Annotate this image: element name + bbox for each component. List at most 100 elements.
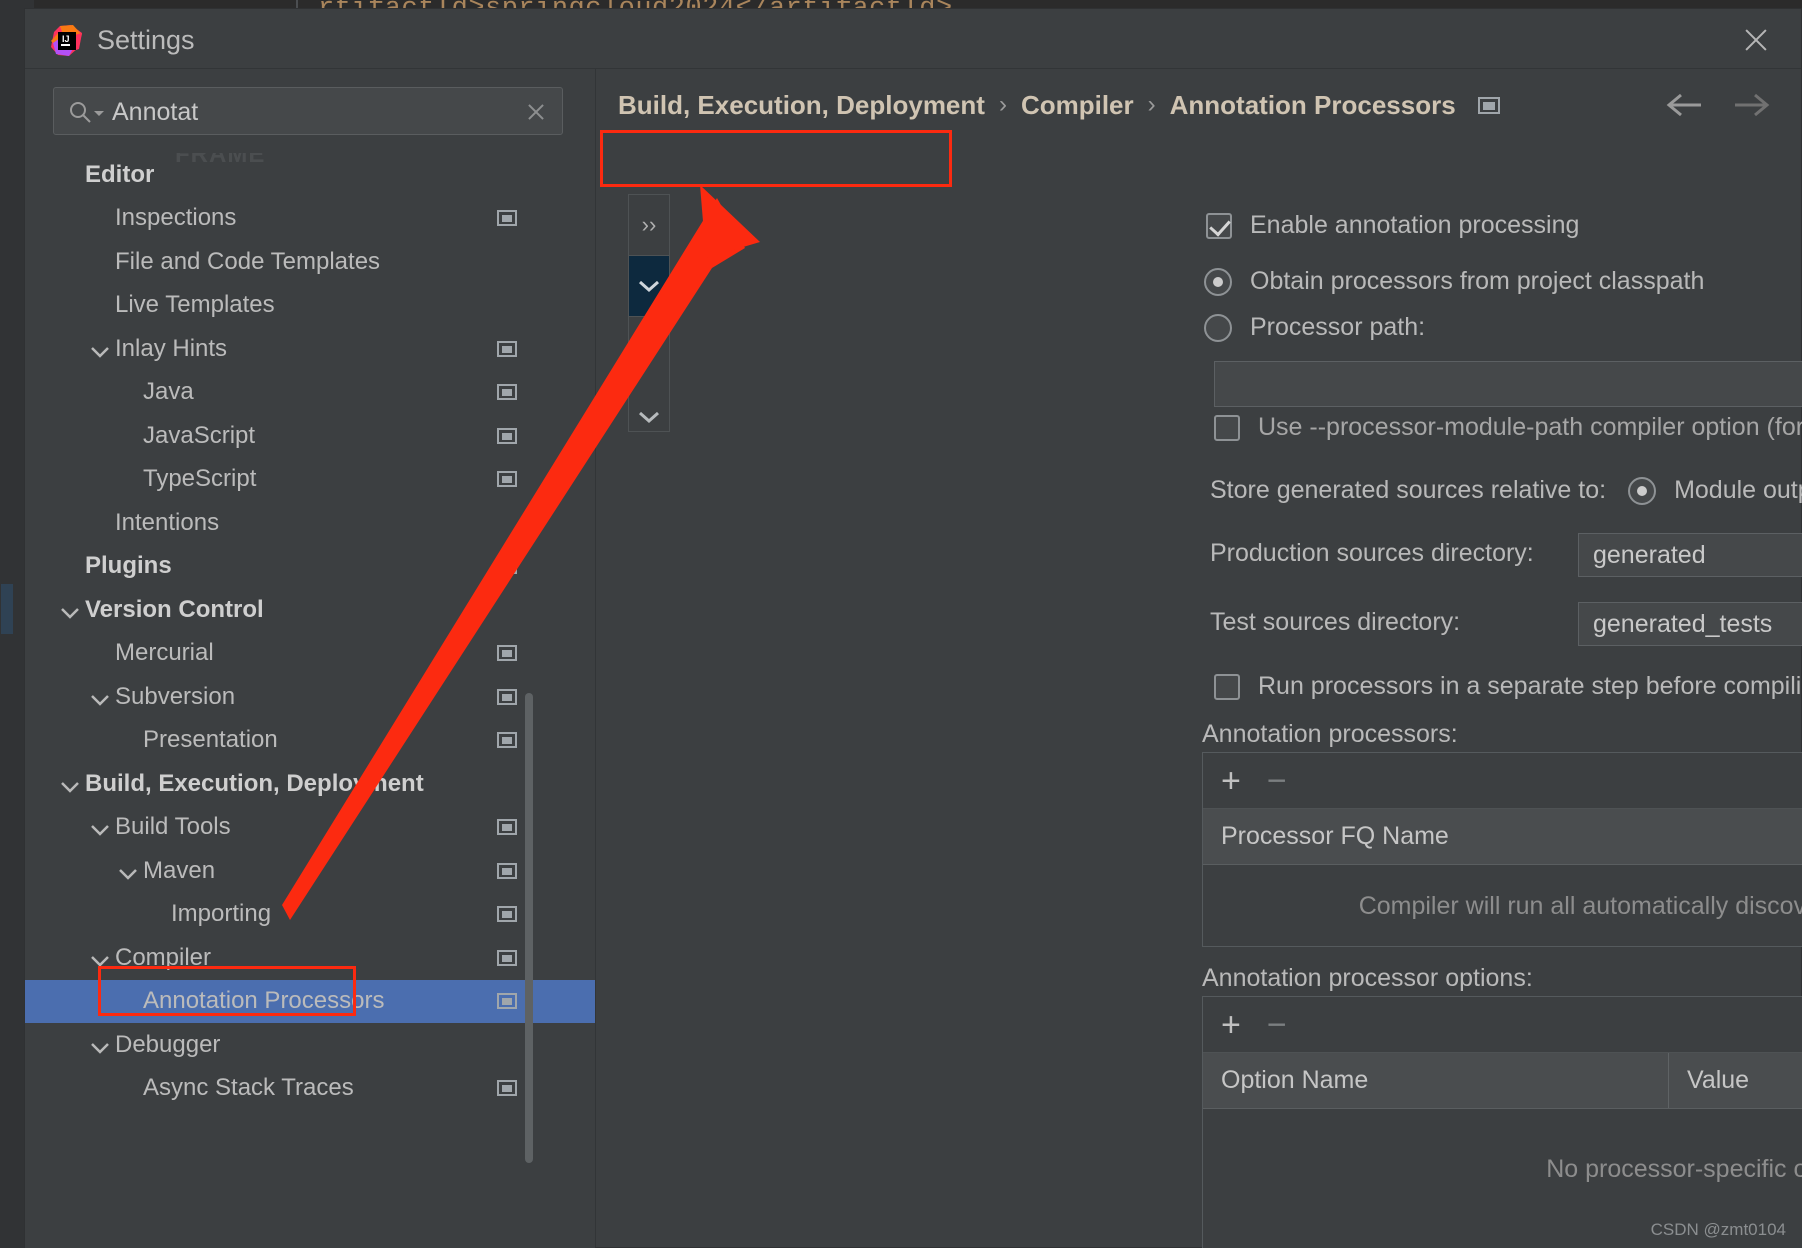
config-page-icon[interactable] (497, 688, 517, 705)
config-page-icon[interactable] (497, 558, 517, 575)
processors-column-fqname[interactable]: Processor FQ Name (1203, 809, 1802, 864)
obtain-processors-radio[interactable] (1204, 267, 1232, 296)
annotation-processors-section-label: Annotation processors: (1202, 720, 1458, 748)
separate-step-checkbox[interactable] (1214, 673, 1240, 700)
sidebar-item-editor[interactable]: Editor (25, 153, 595, 197)
clear-icon[interactable] (524, 100, 548, 124)
config-page-icon[interactable] (497, 906, 517, 923)
processor-path-radio-row[interactable]: Processor path: (1204, 313, 1425, 342)
options-column-value[interactable]: Value (1668, 1053, 1802, 1108)
obtain-processors-radio-row[interactable]: Obtain processors from project classpath (1204, 267, 1704, 296)
config-page-icon[interactable] (497, 384, 517, 401)
search-box[interactable] (53, 87, 563, 136)
config-page-icon[interactable] (497, 210, 517, 227)
processor-path-radio[interactable] (1204, 313, 1232, 342)
breadcrumb: Build, Execution, Deployment › Compiler … (596, 69, 1801, 141)
breadcrumb-item-0[interactable]: Build, Execution, Deployment (618, 90, 985, 121)
store-generated-sources-row: Store generated sources relative to: Mod… (1210, 476, 1802, 505)
search-input[interactable] (112, 88, 506, 136)
sidebar-item-inlay-hints[interactable]: Inlay Hints (25, 327, 595, 371)
sidebar-item-compiler[interactable]: Compiler (25, 936, 595, 980)
sidebar-item-importing[interactable]: Importing (25, 893, 595, 937)
config-page-icon[interactable] (497, 340, 517, 357)
sidebar-item-presentation[interactable]: Presentation (25, 719, 595, 763)
remove-option-button[interactable]: − (1267, 1008, 1287, 1042)
config-page-icon[interactable] (497, 732, 517, 749)
options-table-header: Option Name Value (1203, 1053, 1802, 1109)
sidebar-item-version-control[interactable]: Version Control (25, 588, 595, 632)
sidebar-item-label: Version Control (85, 595, 264, 623)
processors-toolbar: + − (1203, 753, 1802, 809)
config-page-icon[interactable] (497, 993, 517, 1010)
processor-module-path-checkbox[interactable] (1214, 414, 1240, 441)
processors-table-header: Processor FQ Name (1203, 809, 1802, 865)
sidebar-item-inspections[interactable]: Inspections (25, 197, 595, 241)
module-output-directory-label: Module output directory (1674, 476, 1802, 504)
chevron-down-icon[interactable] (59, 773, 81, 795)
config-page-icon[interactable] (1477, 96, 1500, 114)
svg-text:IJ: IJ (62, 34, 70, 44)
sidebar-item-async-stack-traces[interactable]: Async Stack Traces (25, 1067, 595, 1111)
chevron-down-icon[interactable] (89, 338, 111, 360)
close-icon[interactable] (1737, 21, 1775, 59)
sidebar-item-plugins[interactable]: Plugins (25, 545, 595, 589)
config-page-icon[interactable] (497, 645, 517, 662)
chevron-down-icon[interactable] (94, 111, 104, 116)
processor-module-path-row[interactable]: Use --processor-module-path compiler opt… (1214, 413, 1802, 442)
config-page-icon[interactable] (497, 471, 517, 488)
chevron-down-icon[interactable] (628, 255, 670, 317)
sidebar-item-label: Importing (171, 900, 272, 928)
chevron-down-icon[interactable] (59, 599, 81, 621)
sidebar-item-maven[interactable]: Maven (25, 849, 595, 893)
processor-path-input[interactable] (1214, 361, 1802, 407)
add-option-button[interactable]: + (1221, 1008, 1241, 1042)
production-sources-input[interactable]: generated (1578, 533, 1802, 577)
options-column-name[interactable]: Option Name (1203, 1053, 1668, 1108)
options-toolbar: + − (1203, 997, 1802, 1053)
arrow-right-icon[interactable] (1729, 87, 1773, 123)
breadcrumb-separator: › (1147, 91, 1156, 118)
config-page-icon[interactable] (497, 949, 517, 966)
config-page-icon[interactable] (497, 1080, 517, 1097)
sidebar-item-javascript[interactable]: JavaScript (25, 414, 595, 458)
sidebar-item-annotation-processors[interactable]: Annotation Processors (25, 979, 595, 1023)
enable-annotation-processing-row[interactable]: Enable annotation processing (1206, 211, 1579, 240)
chevron-down-icon[interactable] (117, 860, 139, 882)
test-sources-input[interactable]: generated_tests (1578, 602, 1802, 646)
sidebar-item-mercurial[interactable]: Mercurial (25, 632, 595, 676)
sidebar-item-build-tools[interactable]: Build Tools (25, 806, 595, 850)
enable-annotation-processing-checkbox[interactable] (1206, 212, 1232, 239)
arrow-left-icon[interactable] (1663, 87, 1707, 123)
sidebar-scrollbar[interactable] (525, 693, 533, 1163)
chevron-down-icon[interactable] (628, 316, 670, 432)
sidebar-item-intentions[interactable]: Intentions (25, 501, 595, 545)
annotation-processors-form: ›› Enable annotation processing Obtain p… (596, 141, 1802, 1248)
config-page-icon[interactable] (497, 427, 517, 444)
separate-step-label: Run processors in a separate step before… (1258, 672, 1802, 700)
sidebar-item-label: Annotation Processors (143, 987, 385, 1015)
breadcrumb-item-1[interactable]: Compiler (1021, 90, 1134, 121)
chevron-down-icon[interactable] (89, 1034, 111, 1056)
sidebar-item-file-and-code-templates[interactable]: File and Code Templates (25, 240, 595, 284)
add-processor-button[interactable]: + (1221, 764, 1241, 798)
separate-step-row[interactable]: Run processors in a separate step before… (1214, 672, 1802, 701)
sidebar-item-build-execution-deployment[interactable]: Build, Execution, Deployment (25, 762, 595, 806)
production-sources-label: Production sources directory: (1210, 539, 1534, 567)
chevron-down-icon[interactable] (89, 947, 111, 969)
processors-empty-text: Compiler will run all automatically disc… (1358, 891, 1802, 920)
processor-path-label: Processor path: (1250, 313, 1426, 341)
sidebar-item-java[interactable]: Java (25, 371, 595, 415)
config-page-icon[interactable] (497, 862, 517, 879)
sidebar-item-subversion[interactable]: Subversion (25, 675, 595, 719)
sidebar-item-label: Plugins (85, 552, 172, 580)
module-output-directory-radio[interactable] (1628, 476, 1657, 505)
chevron-down-icon[interactable] (89, 686, 111, 708)
sidebar-item-debugger[interactable]: Debugger (25, 1023, 595, 1067)
remove-processor-button[interactable]: − (1267, 764, 1287, 798)
sidebar-item-typescript[interactable]: TypeScript (25, 458, 595, 502)
sidebar-item-live-templates[interactable]: Live Templates (25, 284, 595, 328)
config-page-icon[interactable] (497, 819, 517, 836)
expand-modules-button[interactable]: ›› (628, 194, 670, 256)
breadcrumb-item-2[interactable]: Annotation Processors (1170, 90, 1456, 121)
chevron-down-icon[interactable] (89, 816, 111, 838)
